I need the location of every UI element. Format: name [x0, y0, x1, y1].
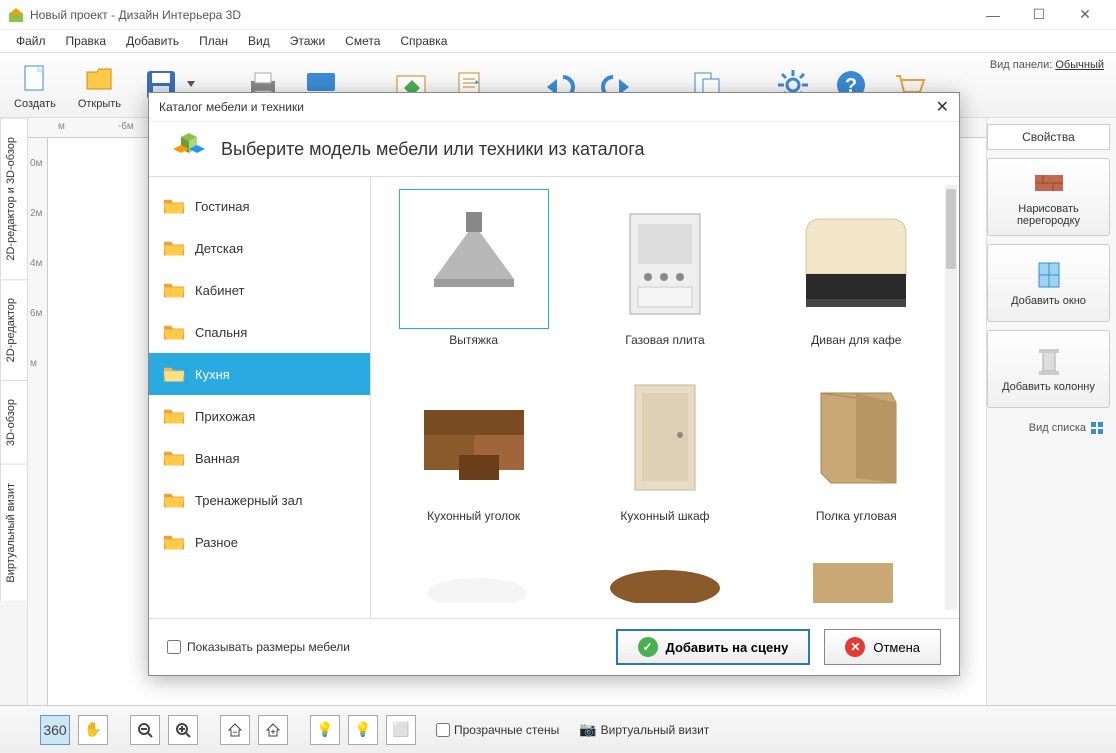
menu-file[interactable]: Файл	[6, 31, 56, 51]
show-sizes-checkbox[interactable]: Показывать размеры мебели	[167, 640, 350, 654]
more-button[interactable]: ⬜	[386, 715, 416, 745]
side-tab-2d[interactable]: 2D-редактор	[0, 279, 27, 380]
app-icon	[8, 7, 24, 23]
dialog-body: ГостинаяДетскаяКабинетСпальняКухняПрихож…	[149, 177, 959, 619]
dialog-title: Каталог мебели и техники	[159, 100, 304, 114]
category-Тренажерный зал[interactable]: Тренажерный зал	[149, 479, 370, 521]
category-Кабинет[interactable]: Кабинет	[149, 269, 370, 311]
menu-help[interactable]: Справка	[390, 31, 457, 51]
zoom-out-button[interactable]	[130, 715, 160, 745]
home-in-button[interactable]: +	[258, 715, 288, 745]
maximize-button[interactable]: ☐	[1016, 0, 1062, 30]
catalog-item-Полка угловая[interactable]: Полка угловая	[766, 365, 947, 523]
catalog-grid: ВытяжкаГазовая плитаДиван для кафеКухонн…	[383, 189, 947, 523]
add-column-button[interactable]: Добавить колонну	[987, 330, 1110, 408]
menu-edit[interactable]: Правка	[56, 31, 117, 51]
side-tabs: 2D-редактор и 3D-обзор 2D-редактор 3D-об…	[0, 118, 28, 705]
catalog-item-Диван для кафе[interactable]: Диван для кафе	[766, 189, 947, 347]
properties-tab[interactable]: Свойства	[987, 124, 1110, 150]
dropdown-icon[interactable]	[187, 81, 195, 89]
add-window-button[interactable]: Добавить окно	[987, 244, 1110, 322]
pan-button[interactable]: ✋	[78, 715, 108, 745]
catalog-item-Кухонный шкаф[interactable]: Кухонный шкаф	[574, 365, 755, 523]
cancel-button[interactable]: ✕Отмена	[824, 629, 941, 665]
titlebar: Новый проект - Дизайн Интерьера 3D — ☐ ✕	[0, 0, 1116, 30]
dialog-header: Выберите модель мебели или техники из ка…	[149, 121, 959, 177]
light-off-button[interactable]: 💡	[310, 715, 340, 745]
light-on-button[interactable]: 💡	[348, 715, 378, 745]
minimize-button[interactable]: —	[970, 0, 1016, 30]
transparent-walls-checkbox[interactable]: Прозрачные стены	[436, 723, 559, 737]
dialog-footer: Показывать размеры мебели ✓Добавить на с…	[149, 619, 959, 675]
menu-plan[interactable]: План	[189, 31, 238, 51]
list-view-mode[interactable]: Вид списка	[987, 416, 1110, 440]
ruler-vertical: 0м 2м 4м 6м м	[28, 138, 48, 705]
window-title: Новый проект - Дизайн Интерьера 3D	[30, 8, 970, 22]
catalog-dialog: Каталог мебели и техники ✕ Выберите моде…	[148, 92, 960, 676]
draw-partition-button[interactable]: Нарисовать перегородку	[987, 158, 1110, 236]
side-tab-combined[interactable]: 2D-редактор и 3D-обзор	[0, 118, 27, 279]
catalog-item-Вытяжка[interactable]: Вытяжка	[383, 189, 564, 347]
catalog-scrollbar[interactable]	[945, 185, 957, 610]
category-Ванная[interactable]: Ванная	[149, 437, 370, 479]
panel-view-info: Вид панели: Обычный	[990, 59, 1104, 71]
menubar: Файл Правка Добавить План Вид Этажи Смет…	[0, 30, 1116, 52]
zoom-in-button[interactable]	[168, 715, 198, 745]
category-Детская[interactable]: Детская	[149, 227, 370, 269]
open-button[interactable]: Открыть	[74, 58, 125, 112]
dialog-heading: Выберите модель мебели или техники из ка…	[221, 139, 645, 160]
properties-panel: Свойства Нарисовать перегородку Добавить…	[986, 118, 1116, 705]
category-Прихожая[interactable]: Прихожая	[149, 395, 370, 437]
virtual-visit-checkbox[interactable]: 📷Виртуальный визит	[579, 721, 709, 738]
statusbar: 360 ✋ − + 💡 💡 ⬜ Прозрачные стены 📷Виртуа…	[0, 705, 1116, 753]
svg-text:+: +	[270, 727, 275, 737]
panel-view-link[interactable]: Обычный	[1055, 59, 1104, 71]
menu-add[interactable]: Добавить	[116, 31, 189, 51]
category-Гостиная[interactable]: Гостиная	[149, 185, 370, 227]
catalog-item-Кухонный уголок[interactable]: Кухонный уголок	[383, 365, 564, 523]
catalog-item-partial	[605, 543, 725, 603]
category-Кухня[interactable]: Кухня	[149, 353, 370, 395]
add-to-scene-button[interactable]: ✓Добавить на сцену	[616, 629, 811, 665]
view-360-button[interactable]: 360	[40, 715, 70, 745]
catalog-item-Газовая плита[interactable]: Газовая плита	[574, 189, 755, 347]
new-button[interactable]: Создать	[10, 58, 60, 112]
dialog-titlebar: Каталог мебели и техники ✕	[149, 93, 959, 121]
catalog-item-partial	[417, 543, 537, 603]
category-Спальня[interactable]: Спальня	[149, 311, 370, 353]
home-out-button[interactable]: −	[220, 715, 250, 745]
close-button[interactable]: ✕	[1062, 0, 1108, 30]
menu-floors[interactable]: Этажи	[280, 31, 335, 51]
svg-text:−: −	[232, 727, 237, 737]
dialog-close-button[interactable]: ✕	[936, 97, 949, 117]
cubes-icon	[169, 129, 209, 169]
catalog-grid-wrap: ВытяжкаГазовая плитаДиван для кафеКухонн…	[371, 177, 959, 618]
menu-view[interactable]: Вид	[238, 31, 280, 51]
side-tab-3d[interactable]: 3D-обзор	[0, 380, 27, 464]
catalog-item-partial	[793, 543, 913, 603]
category-list: ГостинаяДетскаяКабинетСпальняКухняПрихож…	[149, 177, 371, 618]
side-tab-virtual[interactable]: Виртуальный визит	[0, 464, 27, 601]
window-controls: — ☐ ✕	[970, 0, 1108, 30]
menu-estimate[interactable]: Смета	[335, 31, 390, 51]
category-Разное[interactable]: Разное	[149, 521, 370, 563]
